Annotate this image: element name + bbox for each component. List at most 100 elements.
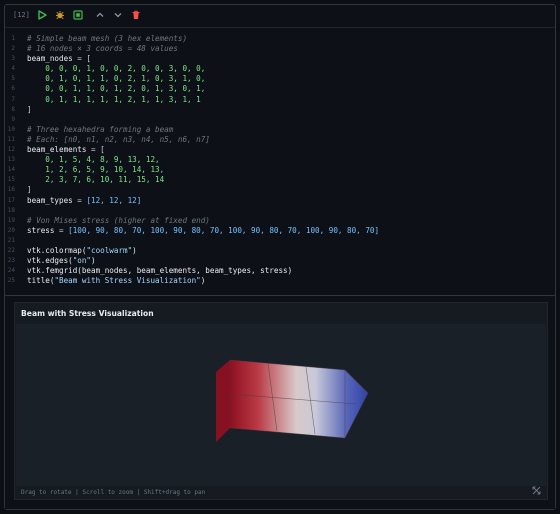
code-line[interactable]: 9 — [5, 115, 555, 125]
code-line[interactable]: 16] — [5, 185, 555, 195]
code-text: # Each: [n0, n1, n2, n3, n4, n5, n6, n7] — [27, 135, 555, 145]
line-number: 24 — [7, 267, 15, 275]
expand-icon[interactable] — [531, 486, 541, 496]
code-text: # 16 nodes × 3 coords = 48 values — [27, 44, 555, 54]
line-number: 19 — [7, 216, 15, 224]
code-text: beam_elements = [ — [27, 145, 555, 155]
code-text: vtk.colormap("coolwarm") — [27, 246, 555, 256]
code-token: [100, 90, 80, 70, 100, 90, 80, 70, 100, … — [68, 225, 380, 235]
code-token: # Von Mises stress (higher at fixed end) — [27, 215, 210, 225]
code-line[interactable]: 18 — [5, 206, 555, 216]
code-token: 0, 1, 0, 1, 1, 0, 2, 1, 0, 3, 1, 0, — [27, 74, 206, 84]
line-number: 4 — [11, 65, 15, 73]
code-text: vtk.edges("on") — [27, 256, 555, 266]
code-token: beam_types — [27, 195, 73, 205]
code-text: beam_nodes = [ — [27, 54, 555, 64]
line-number: 22 — [7, 246, 15, 254]
3d-viewport[interactable] — [16, 324, 546, 486]
line-number: 13 — [7, 156, 15, 164]
code-text: ] — [27, 105, 555, 115]
play-icon[interactable] — [37, 10, 48, 21]
code-token: stress — [27, 225, 55, 235]
code-line[interactable]: 8] — [5, 105, 555, 115]
code-line[interactable]: 15 2, 3, 7, 6, 10, 11, 15, 14 — [5, 175, 555, 185]
code-line[interactable]: 7 0, 1, 1, 1, 1, 1, 2, 1, 1, 3, 1, 1 — [5, 95, 555, 105]
code-token: vtk.femgrid(beam_nodes, beam_elements, b… — [27, 266, 293, 276]
code-token: "Beam with Stress Visualization" — [54, 276, 201, 286]
code-line[interactable]: 4 0, 0, 0, 1, 0, 0, 2, 0, 0, 3, 0, 0, — [5, 64, 555, 74]
code-text: # Simple beam mesh (3 hex elements) — [27, 34, 555, 44]
code-token: 0, 1, 5, 4, 8, 9, 13, 12, — [27, 155, 160, 165]
code-line[interactable]: 21 — [5, 236, 555, 246]
plot-container: Beam with Stress Visualization Drag to r… — [14, 302, 548, 500]
code-line[interactable]: 1 # Simple beam mesh (3 hex elements) — [5, 34, 555, 44]
code-text: 0, 1, 0, 1, 1, 0, 2, 1, 0, 3, 1, 0, — [27, 74, 555, 84]
line-number: 14 — [7, 166, 15, 174]
code-text: 0, 1, 5, 4, 8, 9, 13, 12, — [27, 155, 555, 165]
line-number: 2 — [11, 45, 15, 53]
code-line[interactable]: 17 beam_types = [12, 12, 12] — [5, 196, 555, 206]
line-number: 7 — [11, 95, 15, 103]
line-number: 3 — [11, 55, 15, 63]
code-token: 1, 2, 6, 5, 9, 10, 14, 13, — [27, 165, 165, 175]
code-token: "on" — [72, 256, 92, 266]
chevron-down-icon[interactable] — [113, 10, 124, 21]
code-line[interactable]: 13 0, 1, 5, 4, 8, 9, 13, 12, — [5, 155, 555, 165]
code-editor[interactable]: 1 # Simple beam mesh (3 hex elements) 2 # 1… — [5, 27, 555, 295]
code-text: 2, 3, 7, 6, 10, 11, 15, 14 — [27, 175, 555, 185]
code-token: [12, 12, 12] — [86, 195, 142, 205]
line-number: 8 — [11, 105, 15, 113]
execution-count: [12] — [13, 11, 30, 19]
code-text: ] — [27, 185, 555, 195]
beam-front-face — [230, 360, 368, 438]
line-number: 9 — [11, 115, 15, 123]
line-number: 17 — [7, 196, 15, 204]
code-token: vtk.colormap( — [27, 245, 87, 255]
code-token: ) — [91, 256, 96, 266]
save-icon[interactable] — [73, 10, 84, 21]
code-text: 0, 1, 1, 1, 1, 1, 2, 1, 1, 3, 1, 1 — [27, 95, 555, 105]
code-line[interactable]: 25 title("Beam with Stress Visualization"… — [5, 276, 555, 286]
code-text: vtk.femgrid(beam_nodes, beam_elements, b… — [27, 266, 555, 276]
code-token: = [ — [72, 54, 92, 64]
chevron-up-icon[interactable] — [95, 10, 106, 21]
code-line[interactable]: 12 beam_elements = [ — [5, 145, 555, 155]
code-line[interactable]: 24 vtk.femgrid(beam_nodes, beam_elements,… — [5, 266, 555, 276]
code-text: beam_types = [12, 12, 12] — [27, 196, 555, 206]
beam-render — [216, 359, 369, 442]
code-line[interactable]: 2 # 16 nodes × 3 coords = 48 values — [5, 44, 555, 54]
code-line[interactable]: 20 stress = [100, 90, 80, 70, 100, 90, 80… — [5, 226, 555, 236]
trash-icon[interactable] — [131, 10, 142, 21]
code-line[interactable]: 10 # Three hexahedra forming a beam — [5, 125, 555, 135]
code-line[interactable]: 5 0, 1, 0, 1, 1, 0, 2, 1, 0, 3, 1, 0, — [5, 74, 555, 84]
bug-icon[interactable] — [55, 10, 66, 21]
line-number: 16 — [7, 186, 15, 194]
line-number: 11 — [7, 135, 15, 143]
code-line[interactable]: 6 0, 0, 1, 1, 0, 1, 2, 0, 1, 3, 0, 1, — [5, 84, 555, 94]
line-number: 25 — [7, 277, 15, 285]
code-token: 0, 1, 1, 1, 1, 1, 2, 1, 1, 3, 1, 1 — [27, 94, 201, 104]
line-number: 20 — [7, 226, 15, 234]
code-token: beam_nodes — [27, 54, 73, 64]
line-number: 23 — [7, 257, 15, 265]
cell-output: Beam with Stress Visualization Drag to r… — [5, 295, 555, 509]
cell-toolbar: [12] — [5, 5, 555, 25]
code-token: ] — [27, 185, 32, 195]
line-number: 5 — [11, 75, 15, 83]
viewport-hint: Drag to rotate | Scroll to zoom | Shift+… — [21, 489, 206, 496]
code-line[interactable]: 22 vtk.colormap("coolwarm") — [5, 246, 555, 256]
code-line[interactable]: 23 vtk.edges("on") — [5, 256, 555, 266]
code-line[interactable]: 3 beam_nodes = [ — [5, 54, 555, 64]
code-token: ] — [27, 104, 32, 114]
code-line[interactable]: 11 # Each: [n0, n1, n2, n3, n4, n5, n6, n… — [5, 135, 555, 145]
code-token: = [ — [86, 145, 105, 155]
code-line[interactable]: 14 1, 2, 6, 5, 9, 10, 14, 13, — [5, 165, 555, 175]
code-text: title("Beam with Stress Visualization") — [27, 276, 555, 286]
line-number: 21 — [7, 236, 15, 244]
code-text: stress = [100, 90, 80, 70, 100, 90, 80, … — [27, 226, 555, 236]
code-token: # Each: [n0, n1, n2, n3, n4, n5, n6, n7] — [27, 134, 210, 144]
code-token: vtk.edges( — [27, 256, 73, 266]
code-line[interactable]: 19 # Von Mises stress (higher at fixed en… — [5, 216, 555, 226]
